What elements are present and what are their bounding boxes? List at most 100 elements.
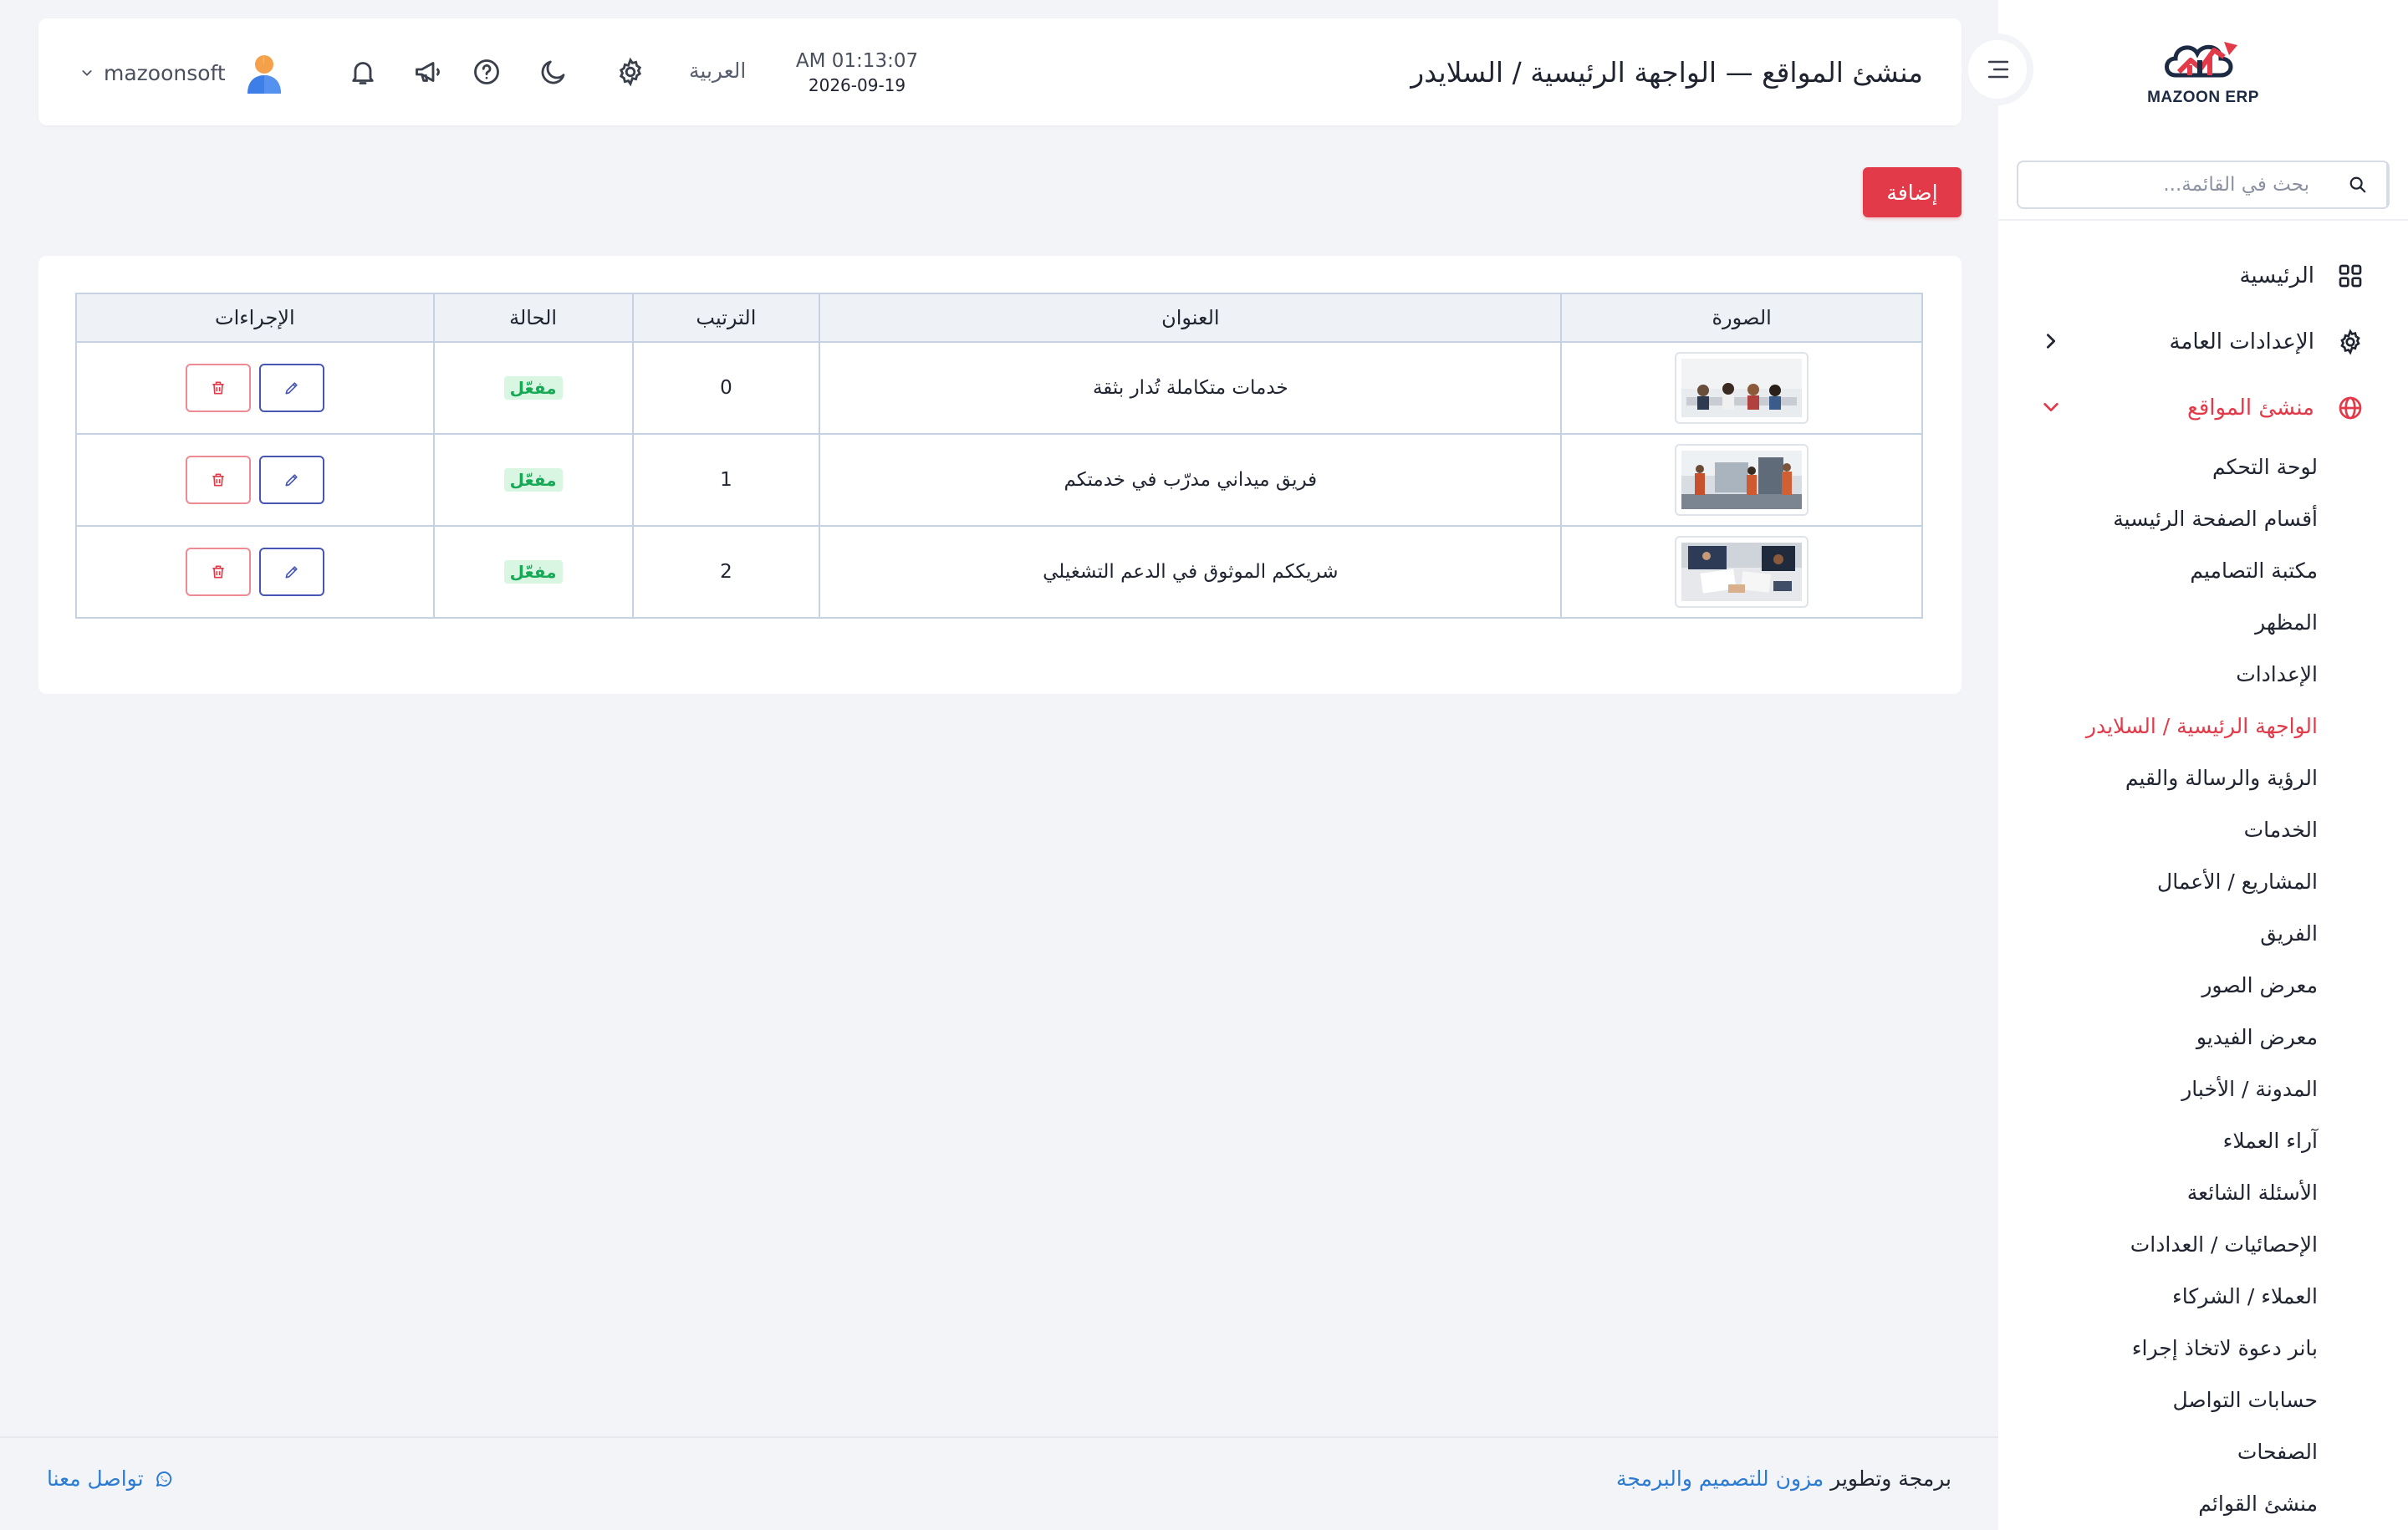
sidebar-search-button[interactable] — [2329, 162, 2388, 207]
slide-thumbnail[interactable] — [1675, 352, 1809, 424]
footer-credit-prefix: برمجة وتطوير — [1830, 1466, 1951, 1491]
sidebar-subitem-appearance[interactable]: المظهر — [1998, 596, 2408, 648]
cell-image — [1560, 433, 1923, 527]
sidebar-item-site-builder[interactable]: منشئ المواقع — [1998, 375, 2408, 441]
slide-image-teamwork — [1681, 543, 1803, 601]
avatar[interactable] — [246, 54, 283, 95]
sidebar: MAZOON ERP الرئيسية الإعدادات ال — [1998, 0, 2408, 1530]
dark-mode-button[interactable] — [537, 55, 570, 89]
cell-status: مفعّل — [432, 341, 634, 435]
delete-button[interactable] — [185, 456, 251, 504]
sidebar-item-label: الرئيسية — [2239, 263, 2314, 288]
add-button[interactable]: إضافة — [1863, 167, 1962, 217]
trash-icon — [212, 565, 224, 579]
sidebar-subitem-faq[interactable]: الأسئلة الشائعة — [1998, 1166, 2408, 1218]
sidebar-subitem-social[interactable]: حسابات التواصل — [1998, 1374, 2408, 1425]
cell-image — [1560, 525, 1923, 619]
cell-title: خدمات متكاملة تُدار بثقة — [819, 341, 1563, 435]
sidebar-item-home[interactable]: الرئيسية — [1998, 242, 2408, 309]
column-header-title: العنوان — [819, 293, 1563, 343]
slide-thumbnail[interactable] — [1675, 444, 1809, 516]
sidebar-subitem-team[interactable]: الفريق — [1998, 907, 2408, 959]
trash-icon — [212, 381, 224, 395]
cell-actions — [75, 341, 435, 435]
slider-table: الصورة العنوان الترتيب الحالة الإجراءات — [75, 293, 1923, 619]
moon-icon — [541, 60, 565, 84]
sidebar-subitem-videos[interactable]: معرض الفيديو — [1998, 1011, 2408, 1063]
slide-image-field-team — [1681, 451, 1803, 509]
cell-order: 0 — [631, 341, 821, 435]
logo[interactable]: MAZOON ERP — [2140, 35, 2266, 112]
sidebar-search-input[interactable] — [2018, 162, 2329, 207]
megaphone-icon — [416, 62, 440, 82]
sidebar-subitem-settings[interactable]: الإعدادات — [1998, 648, 2408, 700]
help-button[interactable] — [470, 55, 503, 89]
edit-button[interactable] — [258, 456, 324, 504]
delete-button[interactable] — [185, 364, 251, 412]
sidebar-subitem-projects[interactable]: المشاريع / الأعمال — [1998, 855, 2408, 907]
sidebar-subitem-dashboard[interactable]: لوحة التحكم — [1998, 441, 2408, 492]
cell-order: 1 — [631, 433, 821, 527]
cell-title: فريق ميداني مدرّب في خدمتكم — [819, 433, 1563, 527]
sidebar-subitem-stats[interactable]: الإحصائيات / العدادات — [1998, 1218, 2408, 1270]
logo-mark-icon — [2165, 42, 2237, 78]
contact-us-label: تواصل معنا — [47, 1466, 144, 1491]
sidebar-subitem-home-sections[interactable]: أقسام الصفحة الرئيسية — [1998, 492, 2408, 544]
globe-icon — [2336, 394, 2365, 422]
slider-table-card: الصورة العنوان الترتيب الحالة الإجراءات — [38, 256, 1962, 694]
announcements-button[interactable] — [411, 55, 445, 89]
sidebar-subitem-clients[interactable]: العملاء / الشركاء — [1998, 1270, 2408, 1322]
slide-thumbnail[interactable] — [1675, 536, 1809, 608]
gear-icon — [2336, 328, 2365, 356]
sidebar-subitem-vision[interactable]: الرؤية والرسالة والقيم — [1998, 752, 2408, 803]
sidebar-subitem-menus[interactable]: منشئ القوائم — [1998, 1477, 2408, 1529]
sidebar-nav: الرئيسية الإعدادات العامة منشئ المواقع ل… — [1998, 242, 2408, 1529]
column-header-order: الترتيب — [631, 293, 821, 343]
trash-icon — [212, 473, 224, 487]
page-title: منشئ المواقع — الواجهة الرئيسية / السلاي… — [1411, 55, 1923, 89]
cell-actions — [75, 433, 435, 527]
edit-button[interactable] — [258, 548, 324, 596]
sidebar-subitem-gallery[interactable]: معرض الصور — [1998, 959, 2408, 1011]
sidebar-subitem-hero-slider[interactable]: الواجهة الرئيسية / السلايدر — [1998, 700, 2408, 752]
search-icon — [2349, 176, 2366, 193]
sidebar-divider — [1998, 219, 2408, 221]
cell-status: مفعّل — [432, 525, 634, 619]
footer-credit-link[interactable]: مزون للتصميم والبرمجة — [1616, 1466, 1824, 1491]
cell-title: شريككم الموثوق في الدعم التشغيلي — [819, 525, 1563, 619]
sidebar-subitem-cta-banner[interactable]: بانر دعوة لاتخاذ إجراء — [1998, 1322, 2408, 1374]
edit-button[interactable] — [258, 364, 324, 412]
contact-us-link[interactable]: تواصل معنا — [47, 1466, 174, 1491]
slide-image-meeting — [1681, 359, 1803, 417]
status-badge: مفعّل — [503, 560, 563, 584]
username: mazoonsoft — [104, 60, 226, 85]
user-menu[interactable]: mazoonsoft — [80, 52, 226, 94]
logo-text: MAZOON ERP — [2147, 89, 2259, 106]
clock: AM 01:13:07 2026-09-19 — [794, 50, 920, 95]
sidebar-subitem-testimonials[interactable]: آراء العملاء — [1998, 1114, 2408, 1166]
table-row: شريككم الموثوق في الدعم التشغيلي 2 مفعّل — [75, 525, 1923, 619]
pencil-icon — [285, 474, 298, 487]
whatsapp-icon — [156, 1471, 171, 1487]
sidebar-subitem-pages[interactable]: الصفحات — [1998, 1425, 2408, 1477]
top-header: منشئ المواقع — الواجهة الرئيسية / السلاي… — [38, 18, 1962, 125]
sidebar-subitem-services[interactable]: الخدمات — [1998, 803, 2408, 855]
sidebar-subitem-blog[interactable]: المدونة / الأخبار — [1998, 1063, 2408, 1114]
sidebar-toggle-button[interactable] — [1962, 33, 2033, 105]
clock-time: AM 01:13:07 — [795, 50, 919, 72]
footer-divider — [0, 1436, 1998, 1438]
sidebar-subitem-design-library[interactable]: مكتبة التصاميم — [1998, 544, 2408, 596]
chevron-right-icon — [2042, 332, 2060, 350]
language-switch[interactable]: العربية — [689, 59, 746, 83]
menu-icon — [1987, 60, 2009, 79]
column-header-status: الحالة — [432, 293, 634, 343]
cell-image — [1560, 341, 1923, 435]
notifications-button[interactable] — [346, 55, 380, 89]
clock-date: 2026-09-19 — [808, 75, 906, 95]
settings-button[interactable] — [614, 55, 647, 89]
table-header-row: الصورة العنوان الترتيب الحالة الإجراءات — [75, 293, 1923, 343]
help-icon — [474, 59, 499, 84]
delete-button[interactable] — [185, 548, 251, 596]
status-badge: مفعّل — [503, 468, 563, 492]
sidebar-item-general-settings[interactable]: الإعدادات العامة — [1998, 309, 2408, 375]
